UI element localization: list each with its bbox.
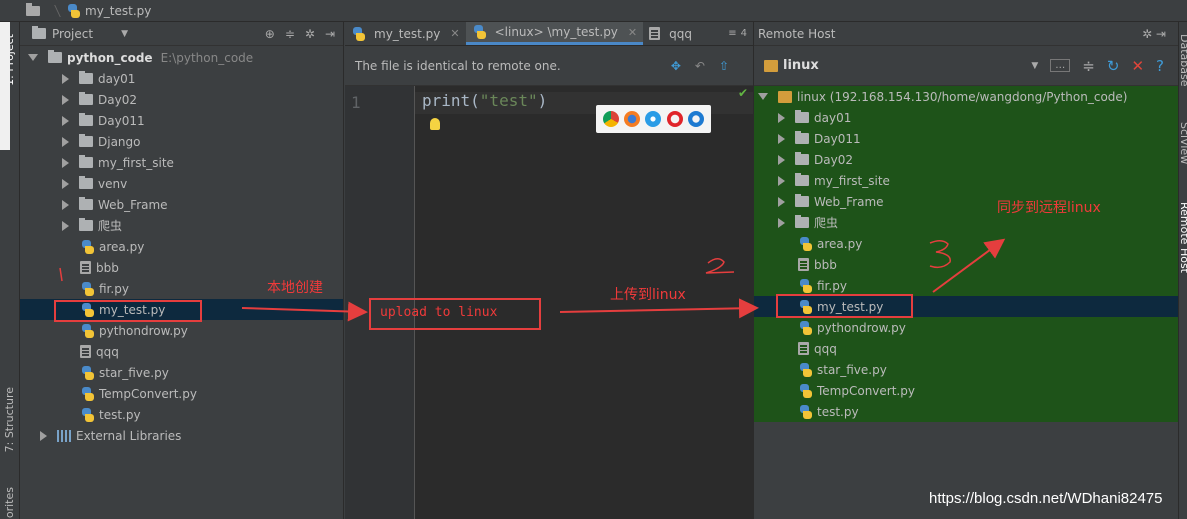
annotation-arrows [59, 238, 1006, 322]
mark-one [59, 267, 63, 282]
arrow-to-upload [241, 301, 368, 322]
watermark: https://blog.csdn.net/WDhani82475 [929, 490, 1163, 507]
arrow-to-remote [559, 298, 759, 319]
mark-three [929, 240, 951, 269]
mark-two [705, 258, 735, 274]
